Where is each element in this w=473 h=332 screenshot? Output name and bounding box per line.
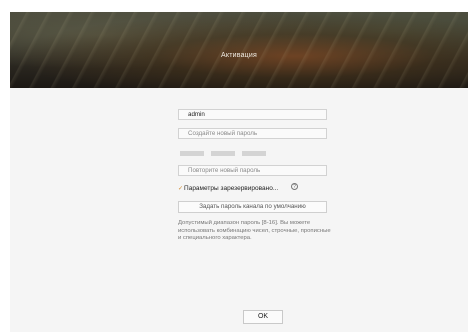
confirm-password-input[interactable]: Повторите новый пароль [178, 165, 327, 176]
default-channel-password-button[interactable]: Задать пароль канала по умолчанию [178, 201, 327, 213]
help-icon[interactable]: ? [291, 183, 298, 190]
password-strength-bar-weak [180, 151, 204, 156]
username-field[interactable]: admin [178, 109, 327, 120]
checkmark-icon: ✓ [178, 186, 184, 192]
password-hint-text: Допустимый диапазон пароль [8-16]. Вы мо… [178, 220, 331, 242]
password-strength-bar-medium [211, 151, 235, 156]
activation-window: Активация admin Создайте новый пароль По… [10, 12, 468, 332]
ok-button[interactable]: OK [243, 310, 283, 324]
header-banner: Активация [10, 12, 468, 88]
reserved-params-checkbox[interactable]: ✓Параметры зарезервировано... [178, 185, 278, 192]
new-password-input[interactable]: Создайте новый пароль [178, 128, 327, 139]
reserved-params-label: Параметры зарезервировано... [184, 185, 279, 192]
page-title: Активация [221, 52, 257, 59]
password-strength-bar-strong [242, 151, 266, 156]
